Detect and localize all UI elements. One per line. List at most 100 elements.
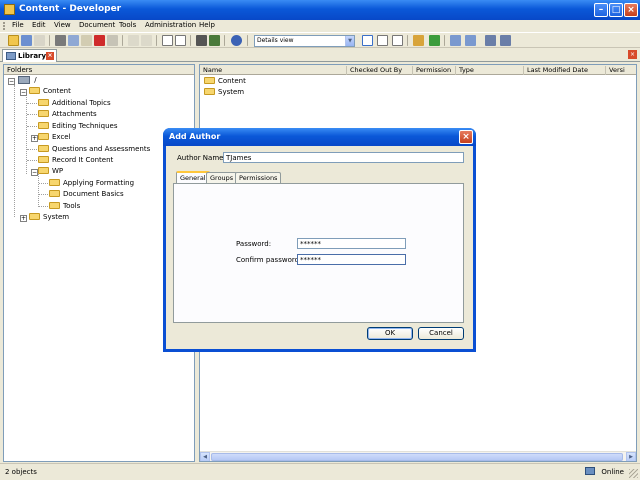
copy-icon[interactable]: [68, 35, 79, 46]
close-icon[interactable]: ×: [628, 50, 637, 59]
open-folder-icon[interactable]: [8, 35, 19, 46]
menu-edit[interactable]: Edit: [30, 21, 48, 29]
user-icon[interactable]: [485, 35, 496, 46]
collapse-icon[interactable]: −: [31, 169, 38, 176]
tree-item-questions-and-assessments[interactable]: Questions and Assessments: [38, 144, 150, 155]
tree-line: [27, 149, 37, 150]
expand-icon[interactable]: +: [31, 135, 38, 142]
library-icon: [6, 52, 16, 60]
dialog-title: Add Author: [169, 132, 221, 141]
menu-view[interactable]: View: [52, 21, 73, 29]
collapse-icon[interactable]: −: [20, 89, 27, 96]
expand-icon[interactable]: +: [20, 215, 27, 222]
tree-item-document-basics[interactable]: Document Basics: [49, 189, 124, 200]
toolbar-separator: [122, 35, 123, 46]
split-horizontal-icon[interactable]: [377, 35, 388, 46]
delete-icon[interactable]: [94, 35, 105, 46]
tree-item-applying-formatting[interactable]: Applying Formatting: [49, 178, 134, 189]
author-name-input[interactable]: TJames: [223, 152, 464, 163]
scroll-left-icon[interactable]: ◀: [200, 452, 210, 461]
tab-permissions[interactable]: Permissions: [235, 172, 282, 183]
check-out-icon[interactable]: [465, 35, 476, 46]
check-in-icon[interactable]: [450, 35, 461, 46]
folder-icon: [49, 201, 60, 209]
redo-icon[interactable]: [141, 35, 152, 46]
menu-file[interactable]: File: [10, 21, 26, 29]
tree-line: [26, 97, 27, 174]
chevron-down-icon[interactable]: ▼: [345, 36, 354, 46]
tree-item-tools[interactable]: Tools: [49, 201, 80, 212]
menu-help[interactable]: Help: [197, 21, 217, 29]
tab-close-icon[interactable]: ×: [46, 52, 54, 60]
new-icon[interactable]: [34, 35, 45, 46]
confirm-password-input[interactable]: ******: [297, 254, 406, 265]
view-select[interactable]: Details view ▼: [254, 35, 355, 47]
scroll-right-icon[interactable]: ▶: [626, 452, 636, 461]
cancel-button[interactable]: Cancel: [418, 327, 464, 340]
tree-item-label: WP: [52, 167, 64, 175]
save-icon[interactable]: [21, 35, 32, 46]
publish-icon[interactable]: [413, 35, 424, 46]
find-icon[interactable]: [196, 35, 207, 46]
close-icon[interactable]: ×: [459, 130, 473, 144]
undo-icon[interactable]: [128, 35, 139, 46]
folder-open-icon: [29, 86, 40, 94]
horizontal-scrollbar[interactable]: ◀ ▶: [200, 451, 636, 461]
tree-item-label: System: [43, 213, 70, 221]
tab-groups[interactable]: Groups: [206, 172, 238, 183]
layout-icon[interactable]: [362, 35, 373, 46]
password-input[interactable]: ******: [297, 238, 406, 249]
spellcheck-icon[interactable]: [209, 35, 220, 46]
collapse-icon[interactable]: [175, 35, 186, 46]
resize-grip[interactable]: [629, 469, 638, 478]
column-version[interactable]: Versi: [606, 66, 636, 75]
tree-item-root[interactable]: /: [18, 76, 37, 86]
list-item[interactable]: Content: [204, 76, 246, 85]
help-icon[interactable]: [231, 35, 242, 46]
toolbar-separator: [156, 35, 157, 46]
column-name[interactable]: Name: [200, 66, 347, 75]
column-permission[interactable]: Permission: [413, 66, 456, 75]
folder-icon: [204, 87, 215, 95]
collapse-icon[interactable]: −: [8, 78, 15, 85]
expand-icon[interactable]: [162, 35, 173, 46]
maximize-icon[interactable]: □: [609, 3, 623, 17]
tab-library[interactable]: Library ×: [2, 49, 57, 62]
folder-icon: [38, 155, 49, 163]
minimize-icon[interactable]: –: [594, 3, 608, 17]
column-checked-out-by[interactable]: Checked Out By: [347, 66, 413, 75]
close-icon[interactable]: ×: [624, 3, 638, 17]
document-tab-strip: Library × ×: [0, 48, 640, 62]
properties-icon[interactable]: [107, 35, 118, 46]
window-title-bar[interactable]: Content - Developer – □ ×: [0, 0, 640, 20]
tree-item-additional-topics[interactable]: Additional Topics: [38, 98, 111, 109]
tree-item-record-it-content[interactable]: Record It Content: [38, 155, 113, 166]
list-item[interactable]: System: [204, 87, 244, 96]
column-last-modified-date[interactable]: Last Modified Date: [524, 66, 606, 75]
menu-administration[interactable]: Administration: [143, 21, 198, 29]
tree-item-label: Content: [43, 87, 71, 95]
tree-item-content[interactable]: Content: [29, 86, 71, 97]
tree-line: [39, 183, 48, 184]
scrollbar-thumb[interactable]: [211, 453, 623, 461]
split-vertical-icon[interactable]: [392, 35, 403, 46]
paste-icon[interactable]: [81, 35, 92, 46]
refresh-icon[interactable]: [429, 35, 440, 46]
column-type[interactable]: Type: [456, 66, 524, 75]
ok-button[interactable]: OK: [367, 327, 413, 340]
menu-document[interactable]: Document: [77, 21, 117, 29]
tree-item-wp[interactable]: WP: [38, 166, 64, 177]
tree-item-system[interactable]: System: [29, 212, 70, 223]
tree-item-label: Additional Topics: [52, 99, 111, 107]
menu-grip: [3, 22, 6, 30]
menu-tools[interactable]: Tools: [117, 21, 138, 29]
tree-item-label: Editing Techniques: [52, 122, 118, 130]
folder-icon: [49, 189, 60, 197]
tree-item-attachments[interactable]: Attachments: [38, 109, 97, 120]
cut-icon[interactable]: [55, 35, 66, 46]
tree-item-excel[interactable]: Excel: [38, 132, 71, 143]
tree-item-editing-techniques[interactable]: Editing Techniques: [38, 121, 118, 132]
add-author-dialog: Add Author × Author Name: TJames General…: [163, 128, 476, 352]
lock-icon[interactable]: [500, 35, 511, 46]
dialog-title-bar[interactable]: Add Author ×: [163, 128, 476, 146]
